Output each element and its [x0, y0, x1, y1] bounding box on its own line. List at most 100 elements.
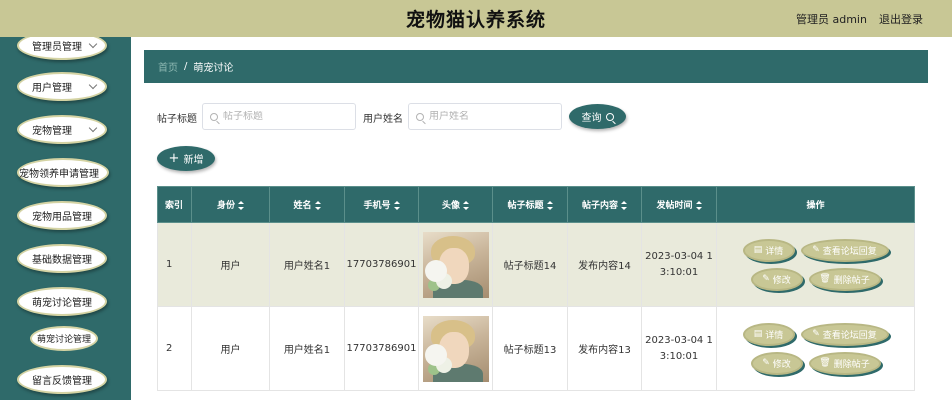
- cell-role: 用户: [191, 306, 270, 391]
- cell-phone: 17703786901: [344, 222, 419, 307]
- trash-icon: 🗑: [819, 358, 831, 368]
- edit-button[interactable]: ✎ 修改: [750, 351, 803, 375]
- sort-icon: [463, 201, 469, 210]
- column-header-post-content[interactable]: 帖子内容: [567, 186, 642, 223]
- search-bar: 帖子标题 用户姓名 查询: [144, 103, 928, 130]
- current-user: 管理员 admin: [796, 13, 867, 26]
- post-time-line2: 3:10:01: [659, 266, 699, 278]
- sort-icon: [695, 201, 702, 210]
- cell-role: 用户: [191, 222, 270, 307]
- cell-post-title: 帖子标题14: [492, 222, 568, 307]
- avatar[interactable]: [422, 315, 489, 382]
- cell-actions: ▤ 详情 ✎ 查看论坛回复 ✎ 修改 🗑 删除帖子: [716, 222, 915, 307]
- detail-button[interactable]: ▤ 详情: [742, 238, 795, 262]
- cell-index: 2: [157, 306, 192, 391]
- column-header-index: 索引: [157, 186, 192, 223]
- user-name-input[interactable]: [429, 111, 561, 122]
- trash-icon: 🗑: [819, 274, 831, 284]
- cell-index: 1: [157, 222, 192, 307]
- sidebar-item-base-data[interactable]: 基础数据管理: [17, 244, 107, 273]
- chevron-down-icon: [88, 123, 98, 133]
- avatar[interactable]: [422, 231, 489, 298]
- column-header-phone[interactable]: 手机号: [344, 186, 419, 223]
- post-time-line2: 3:10:01: [659, 350, 699, 362]
- document-icon: ▤: [753, 245, 763, 255]
- view-replies-button[interactable]: ✎ 查看论坛回复: [800, 322, 889, 346]
- chevron-down-icon: [88, 39, 98, 49]
- column-header-post-time[interactable]: 发帖时间: [641, 186, 717, 223]
- sidebar-item-pets[interactable]: 宠物管理: [17, 115, 107, 144]
- column-header-avatar[interactable]: 头像: [418, 186, 493, 223]
- sidebar-item-users[interactable]: 用户管理: [17, 72, 107, 101]
- post-title-label: 帖子标题: [157, 114, 197, 125]
- sidebar-item-admin[interactable]: 管理员管理: [17, 37, 107, 60]
- cell-name: 用户姓名1: [269, 306, 345, 391]
- chevron-down-icon: [88, 80, 98, 90]
- table-row: 1 用户 用户姓名1 17703786901 帖子标题14 发布内容14 202…: [157, 222, 915, 307]
- query-button[interactable]: 查询: [569, 104, 626, 129]
- post-title-field[interactable]: [202, 103, 356, 130]
- document-icon: ▤: [753, 329, 763, 339]
- sidebar-item-label: 基础数据管理: [32, 255, 92, 266]
- sidebar-subitem-discussion[interactable]: 萌宠讨论管理: [30, 326, 98, 351]
- breadcrumb-current: 萌宠讨论: [193, 63, 234, 74]
- breadcrumb: 首页 / 萌宠讨论: [144, 50, 928, 83]
- column-header-actions: 操作: [716, 186, 915, 223]
- user-name-label: 用户姓名: [363, 114, 403, 125]
- sidebar-item-discussion[interactable]: 萌宠讨论管理: [17, 287, 107, 316]
- sort-icon: [314, 201, 321, 210]
- breadcrumb-home[interactable]: 首页: [158, 59, 178, 74]
- cell-actions: ▤ 详情 ✎ 查看论坛回复 ✎ 修改 🗑 删除帖子: [716, 306, 915, 391]
- top-header: 宠物猫认养系统 管理员 admin 退出登录: [0, 0, 952, 37]
- cell-post-time: 2023-03-04 1 3:10:01: [641, 222, 717, 307]
- sort-icon: [546, 201, 553, 210]
- sort-icon: [238, 201, 244, 210]
- search-icon: [416, 112, 424, 121]
- cell-post-content: 发布内容14: [567, 222, 642, 307]
- breadcrumb-separator: /: [184, 61, 188, 72]
- detail-button[interactable]: ▤ 详情: [742, 322, 795, 346]
- cell-avatar: [418, 222, 493, 307]
- delete-post-button[interactable]: 🗑 删除帖子: [808, 351, 881, 375]
- table-header-row: 索引 身份 姓名 手机号 头像 帖子标题 帖子内容 发帖时间 操作: [157, 186, 915, 223]
- table-row: 2 用户 用户姓名1 17703786901 帖子标题13 发布内容13 202…: [157, 306, 915, 391]
- sidebar-item-supplies[interactable]: 宠物用品管理: [17, 201, 107, 230]
- edit-icon: ✎: [762, 358, 770, 368]
- cell-post-content: 发布内容13: [567, 306, 642, 391]
- view-replies-button[interactable]: ✎ 查看论坛回复: [800, 238, 889, 262]
- cell-name: 用户姓名1: [269, 222, 345, 307]
- query-button-label: 查询: [581, 113, 602, 124]
- logout-link[interactable]: 退出登录: [879, 11, 923, 27]
- sidebar: 管理员管理 用户管理 宠物管理 宠物领养申请管理 宠物用品管理 基础数据管理 萌…: [0, 37, 131, 400]
- sidebar-item-feedback[interactable]: 留言反馈管理: [17, 365, 107, 394]
- plus-icon: +: [168, 151, 180, 166]
- cell-post-time: 2023-03-04 1 3:10:01: [641, 306, 717, 391]
- sidebar-item-label: 用户管理: [32, 83, 72, 94]
- sidebar-item-label: 萌宠讨论管理: [32, 298, 92, 309]
- sidebar-item-label: 宠物管理: [32, 126, 72, 137]
- search-icon: [210, 112, 218, 121]
- edit-icon: ✎: [812, 329, 820, 339]
- add-button-label: 新增: [183, 155, 204, 166]
- column-header-post-title[interactable]: 帖子标题: [492, 186, 568, 223]
- post-title-input[interactable]: [223, 111, 355, 122]
- column-header-role[interactable]: 身份: [191, 186, 270, 223]
- edit-button[interactable]: ✎ 修改: [750, 267, 803, 291]
- sidebar-item-label: 宠物领养申请管理: [19, 169, 99, 180]
- cell-phone: 17703786901: [344, 306, 419, 391]
- sidebar-item-label: 宠物用品管理: [32, 212, 92, 223]
- post-time-line1: 2023-03-04 1: [645, 250, 713, 262]
- cell-post-title: 帖子标题13: [492, 306, 568, 391]
- sidebar-item-adoption[interactable]: 宠物领养申请管理: [17, 158, 109, 187]
- add-button[interactable]: + 新增: [157, 146, 215, 171]
- cell-avatar: [418, 306, 493, 391]
- post-time-line1: 2023-03-04 1: [645, 334, 713, 346]
- sidebar-item-label: 管理员管理: [32, 42, 82, 53]
- edit-icon: ✎: [762, 274, 770, 284]
- column-header-name[interactable]: 姓名: [269, 186, 345, 223]
- user-name-field[interactable]: [408, 103, 562, 130]
- posts-table: 索引 身份 姓名 手机号 头像 帖子标题 帖子内容 发帖时间 操作 1 用户 用…: [157, 186, 915, 391]
- sidebar-item-label: 留言反馈管理: [32, 376, 92, 387]
- delete-post-button[interactable]: 🗑 删除帖子: [808, 267, 881, 291]
- sort-icon: [393, 201, 400, 210]
